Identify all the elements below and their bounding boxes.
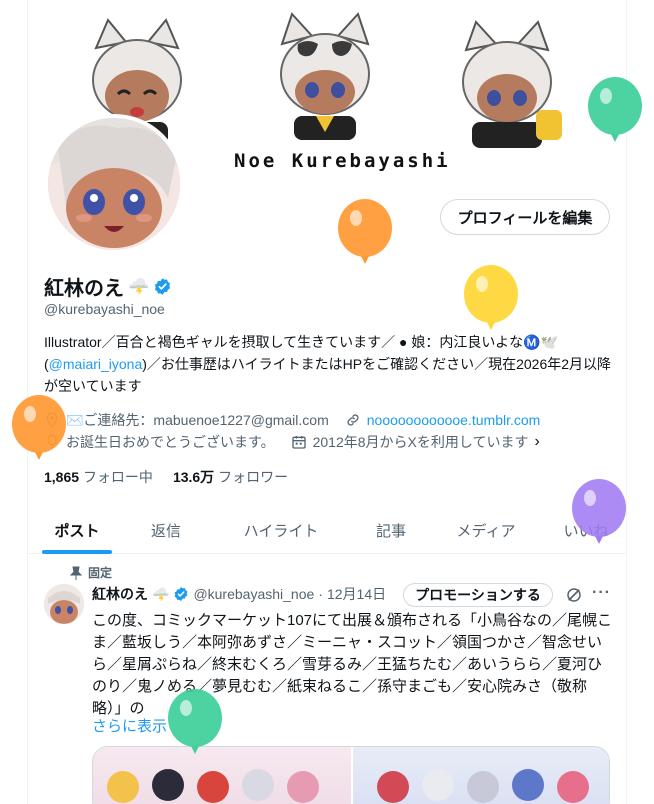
tab-highlights-label: ハイライト <box>243 522 319 540</box>
tweet-author-handle[interactable]: @kurebayashi_noe <box>193 586 314 602</box>
profile-page: Noe Kurebayashi プロフィールを編集 紅林のえ 🌩️ @kureb… <box>0 0 654 804</box>
tab-replies-label: 返信 <box>150 522 181 540</box>
tweet-date[interactable]: 12月14日 <box>327 584 386 604</box>
purple-balloon-icon <box>572 479 626 544</box>
follow-stats: 1,865 フォロー中 13.6万 フォロワー <box>44 467 288 487</box>
show-more-link[interactable]: さらに表示 <box>92 715 167 736</box>
profile-tabs: ポスト 返信 ハイライト 記事 メディア いいね <box>28 506 626 554</box>
bio-text-1: Illustrator／百合と褐色ギャルを摂取して生きています／ ● 娘：内江良… <box>44 334 524 350</box>
tweet-media-image-2[interactable] <box>351 747 609 804</box>
bio-emoji: Ⓜ️🕊️ <box>523 334 558 350</box>
tab-articles-label: 記事 <box>375 522 406 540</box>
chevron-right-icon[interactable]: › <box>534 431 539 453</box>
profile-meta: ✉️ご連絡先：mabuenoe1227@gmail.com nooooooooo… <box>44 409 624 453</box>
profile-name-row: 紅林のえ 🌩️ <box>44 272 172 301</box>
orange-balloon-icon-2 <box>12 395 66 460</box>
bio-mention-link[interactable]: @maiari_iyona <box>49 356 143 372</box>
birthday-text: お誕生日おめでとうございます。 <box>66 434 275 450</box>
tab-articles[interactable]: 記事 <box>356 506 426 554</box>
orange-balloon-icon <box>338 199 392 264</box>
banner-title: Noe Kurebayashi <box>234 150 451 172</box>
tweet-author-avatar[interactable] <box>44 584 84 624</box>
followers-stat[interactable]: 13.6万 フォロワー <box>173 467 288 487</box>
grok-icon[interactable] <box>565 586 583 604</box>
profile-bio: Illustrator／百合と褐色ギャルを摂取して生きています／ ● 娘：内江良… <box>44 331 619 397</box>
followers-label: フォロワー <box>218 469 289 485</box>
tab-highlights[interactable]: ハイライト <box>206 506 356 554</box>
profile-handle: @kurebayashi_noe <box>44 301 165 317</box>
name-emoji: 🌩️ <box>128 276 150 296</box>
tab-posts-label: ポスト <box>54 522 100 540</box>
tweet-separator: · <box>318 586 323 602</box>
profile-avatar[interactable] <box>44 114 184 254</box>
joined-date[interactable]: 2012年8月からXを利用しています <box>313 431 529 453</box>
pinned-indicator: 固定 <box>70 564 112 581</box>
green-balloon-icon <box>588 77 642 142</box>
tweet-author-emoji: 🌩️ <box>152 585 170 602</box>
following-label: フォロー中 <box>82 469 153 485</box>
tab-media[interactable]: メディア <box>426 506 546 554</box>
tweet-avatar-illustration <box>44 584 84 624</box>
media-illustration-2 <box>377 769 589 803</box>
tweet-verified-badge-icon <box>175 587 188 601</box>
green-balloon-icon-2 <box>168 689 222 754</box>
promote-button[interactable]: プロモーションする <box>403 583 553 607</box>
website-link[interactable]: noooooooooooe.tumblr.com <box>367 409 541 431</box>
display-name: 紅林のえ <box>44 278 124 300</box>
chibi-illustration-right <box>462 20 562 148</box>
contact-info: ✉️ご連絡先：mabuenoe1227@gmail.com <box>66 412 329 428</box>
pin-icon <box>70 566 82 580</box>
calendar-icon <box>291 434 307 450</box>
tab-media-label: メディア <box>456 522 516 540</box>
tab-replies[interactable]: 返信 <box>126 506 206 554</box>
more-options-icon[interactable]: ··· <box>592 584 611 602</box>
chibi-illustration-center <box>280 12 370 140</box>
pinned-label: 固定 <box>88 566 113 580</box>
yellow-balloon-icon <box>464 265 518 330</box>
tweet-header: 紅林のえ 🌩️ @kurebayashi_noe · 12月14日 <box>92 584 386 604</box>
followers-count: 13.6万 <box>172 469 215 485</box>
tweet-author-name[interactable]: 紅林のえ <box>92 584 148 604</box>
tab-posts[interactable]: ポスト <box>28 506 126 554</box>
following-count: 1,865 <box>44 469 80 485</box>
following-stat[interactable]: 1,865 フォロー中 <box>44 467 153 487</box>
active-tab-indicator <box>42 550 112 554</box>
avatar-illustration <box>48 118 180 250</box>
verified-badge-icon[interactable] <box>153 277 172 296</box>
edit-profile-button[interactable]: プロフィールを編集 <box>440 199 610 235</box>
link-icon <box>345 412 361 428</box>
